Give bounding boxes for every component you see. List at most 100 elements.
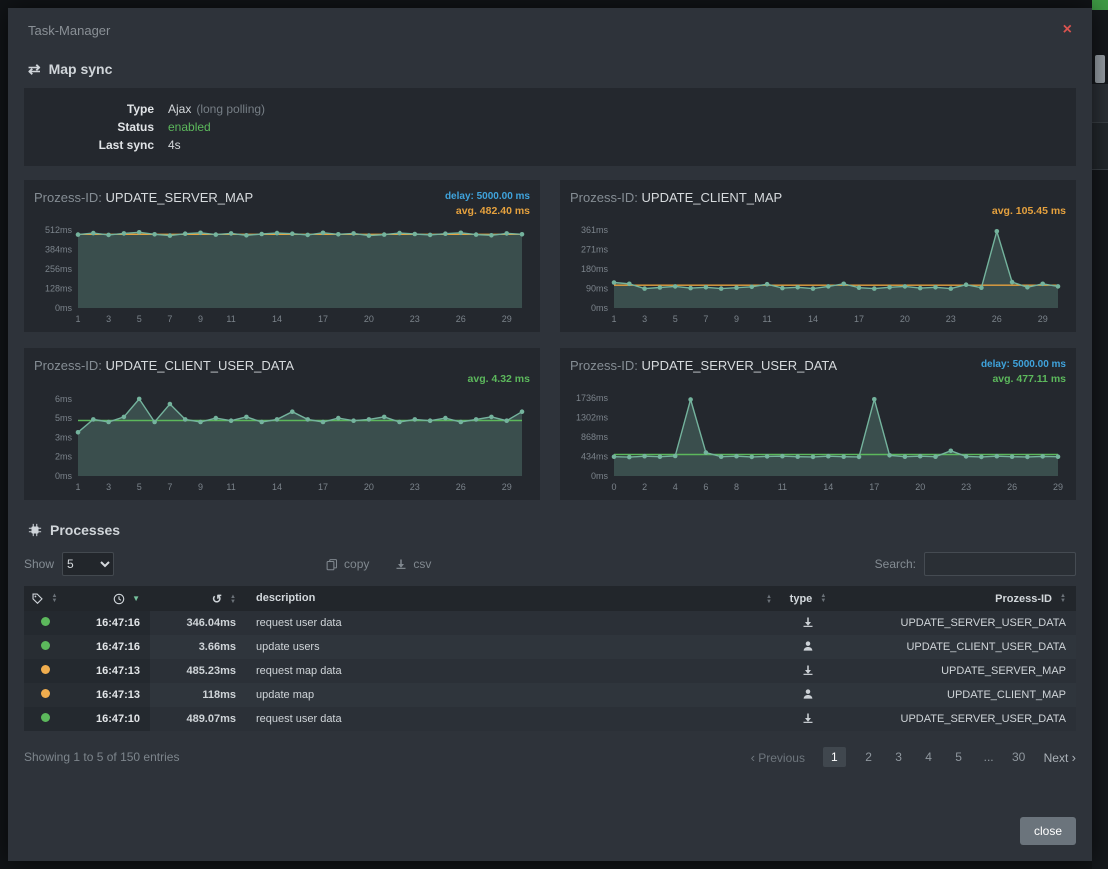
type-cell <box>776 707 840 731</box>
svg-text:29: 29 <box>1053 482 1063 492</box>
sort-icon: ▲▼ <box>766 595 772 605</box>
table-row[interactable]: 16:47:163.66msupdate usersUPDATE_CLIENT_… <box>24 635 1076 659</box>
sort-desc-icon: ▼ <box>132 594 140 603</box>
table-row[interactable]: 16:47:16346.04msrequest user dataUPDATE_… <box>24 611 1076 635</box>
show-label: Show <box>24 557 54 571</box>
svg-text:23: 23 <box>946 314 956 324</box>
last-sync-value: 4s <box>168 136 181 154</box>
description-cell: update users <box>246 635 776 659</box>
chart-update-server-map: 512ms384ms256ms128ms0ms13579111417202326… <box>34 220 530 328</box>
description-cell: request user data <box>246 611 776 635</box>
column-header-tag[interactable]: ▲▼ <box>24 586 66 611</box>
table-row[interactable]: 16:47:13118msupdate mapUPDATE_CLIENT_MAP <box>24 683 1076 707</box>
page-button-1[interactable]: 1 <box>823 747 846 767</box>
chevron-left-icon: ‹ <box>751 750 755 765</box>
svg-text:3: 3 <box>106 482 111 492</box>
search-input[interactable] <box>924 552 1076 576</box>
process-table: ▲▼ ▼ ↺ ▲▼ description ▲▼ ty <box>24 586 1076 731</box>
svg-text:5: 5 <box>137 482 142 492</box>
svg-text:14: 14 <box>272 482 282 492</box>
svg-text:5: 5 <box>137 314 142 324</box>
scrollbar-thumb[interactable] <box>1095 55 1105 83</box>
copy-icon <box>326 558 338 571</box>
page-button-4[interactable]: 4 <box>922 750 936 764</box>
process-id-cell: UPDATE_SERVER_USER_DATA <box>840 611 1076 635</box>
background-fragment <box>1092 84 1108 122</box>
column-header-description[interactable]: description ▲▼ <box>246 586 776 611</box>
svg-text:1: 1 <box>75 482 80 492</box>
page-button-3[interactable]: 3 <box>892 750 906 764</box>
close-x-button[interactable]: × <box>1063 22 1072 38</box>
page-button-5[interactable]: 5 <box>952 750 966 764</box>
table-row[interactable]: 16:47:10489.07msrequest user dataUPDATE_… <box>24 707 1076 731</box>
info-row-last-sync: Last sync 4s <box>24 136 1076 154</box>
type-cell <box>776 683 840 707</box>
clock-icon <box>113 593 125 605</box>
sort-icon: ▲▼ <box>820 594 826 604</box>
svg-text:9: 9 <box>734 314 739 324</box>
table-header-row: ▲▼ ▼ ↺ ▲▼ description ▲▼ ty <box>24 586 1076 611</box>
background-fragment <box>1092 122 1108 170</box>
show-entries-select[interactable]: 5 <box>62 552 114 576</box>
download-icon <box>802 667 814 679</box>
avg-label: avg. 105.45 ms <box>992 204 1066 218</box>
type-cell <box>776 611 840 635</box>
svg-text:0ms: 0ms <box>591 303 609 313</box>
svg-text:90ms: 90ms <box>586 284 609 294</box>
svg-text:3: 3 <box>106 314 111 324</box>
description-cell: request map data <box>246 659 776 683</box>
duration-cell: 489.07ms <box>150 707 246 731</box>
history-icon: ↺ <box>212 592 222 606</box>
chart-card-update-client-user-data: Prozess-ID: UPDATE_CLIENT_USER_DATA avg.… <box>24 348 540 500</box>
copy-button[interactable]: copy <box>326 557 369 571</box>
status-value: enabled <box>168 118 211 136</box>
chart-update-client-user-data: 6ms5ms3ms2ms0ms1357911141720232629 <box>34 388 530 496</box>
status-cell <box>24 683 66 707</box>
modal-title: Task-Manager <box>28 23 110 38</box>
column-header-time[interactable]: ▼ <box>66 586 150 611</box>
svg-text:512ms: 512ms <box>45 225 73 235</box>
svg-text:29: 29 <box>502 314 512 324</box>
svg-text:2: 2 <box>642 482 647 492</box>
svg-text:4: 4 <box>673 482 678 492</box>
time-cell: 16:47:16 <box>66 635 150 659</box>
pagination-ellipsis: ... <box>982 750 996 764</box>
svg-text:14: 14 <box>808 314 818 324</box>
csv-button[interactable]: csv <box>395 557 431 571</box>
modal-header: Task-Manager × <box>8 8 1092 44</box>
table-footer: Showing 1 to 5 of 150 entries ‹ Previous… <box>24 747 1076 767</box>
svg-text:5: 5 <box>673 314 678 324</box>
process-table-body: 16:47:16346.04msrequest user dataUPDATE_… <box>24 611 1076 731</box>
page-button-2[interactable]: 2 <box>862 750 876 764</box>
time-cell: 16:47:10 <box>66 707 150 731</box>
svg-text:7: 7 <box>167 314 172 324</box>
svg-text:384ms: 384ms <box>45 244 73 254</box>
svg-text:9: 9 <box>198 314 203 324</box>
page-button-30[interactable]: 30 <box>1012 750 1026 764</box>
svg-text:20: 20 <box>364 314 374 324</box>
column-header-duration[interactable]: ↺ ▲▼ <box>150 586 246 611</box>
pagination: ‹ Previous 1 2 3 4 5... 30 Next › <box>751 747 1076 767</box>
process-id-cell: UPDATE_CLIENT_MAP <box>840 683 1076 707</box>
svg-text:6: 6 <box>703 482 708 492</box>
svg-text:26: 26 <box>992 314 1002 324</box>
modal-body: ⇄ Map sync Type Ajax(long polling) Statu… <box>8 44 1092 803</box>
svg-text:0ms: 0ms <box>55 303 73 313</box>
svg-text:26: 26 <box>456 482 466 492</box>
pagination-previous[interactable]: ‹ Previous <box>751 750 805 765</box>
svg-text:17: 17 <box>318 314 328 324</box>
delay-label: delay: 5000.00 ms <box>981 358 1066 372</box>
column-header-process-id[interactable]: Prozess-ID ▲▼ <box>840 586 1076 611</box>
table-row[interactable]: 16:47:13485.23msrequest map dataUPDATE_S… <box>24 659 1076 683</box>
column-header-type[interactable]: type ▲▼ <box>776 586 840 611</box>
svg-text:868ms: 868ms <box>581 432 609 442</box>
svg-text:434ms: 434ms <box>581 452 609 462</box>
status-cell <box>24 635 66 659</box>
pagination-next[interactable]: Next › <box>1044 750 1076 765</box>
user-icon <box>802 643 814 655</box>
chart-card-update-client-map: Prozess-ID: UPDATE_CLIENT_MAP avg. 105.4… <box>560 180 1076 332</box>
chart-title: Prozess-ID: UPDATE_CLIENT_USER_DATA <box>34 356 294 373</box>
svg-text:14: 14 <box>823 482 833 492</box>
close-button[interactable]: close <box>1020 817 1076 845</box>
svg-text:20: 20 <box>364 482 374 492</box>
